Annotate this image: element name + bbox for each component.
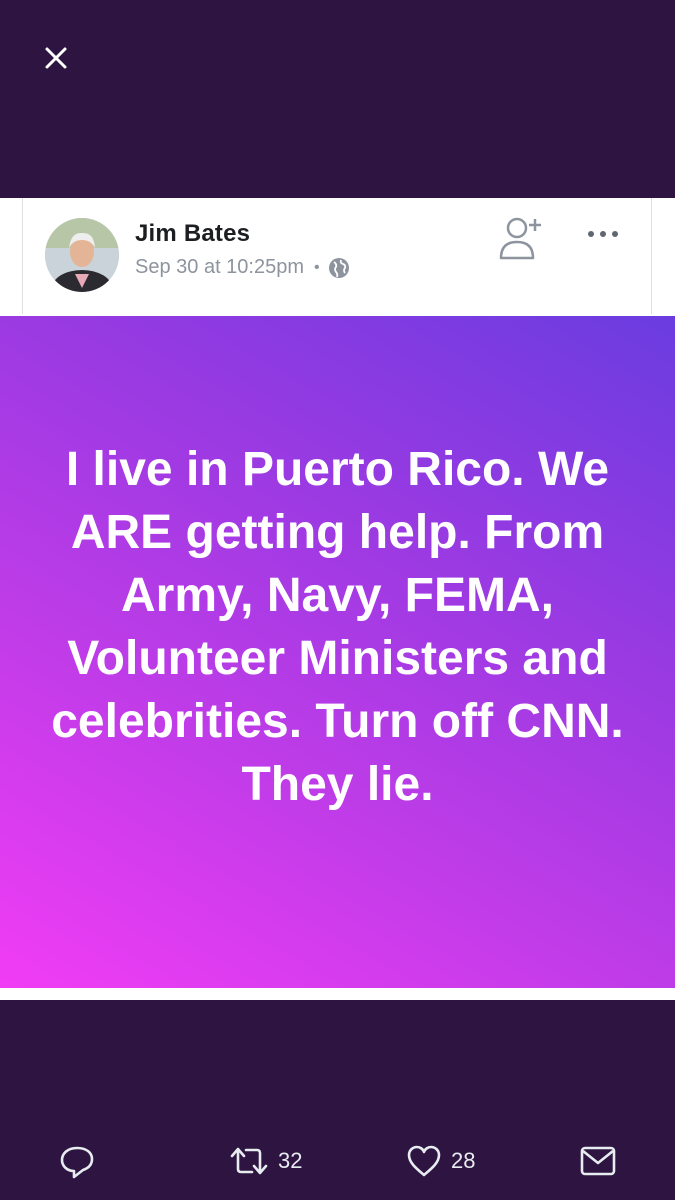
post-meta: Sep 30 at 10:25pm • [135,256,350,279]
post-header: Jim Bates Sep 30 at 10:25pm • [22,198,652,314]
post-timestamp[interactable]: Sep 30 at 10:25pm [135,256,304,279]
retweet-count: 32 [278,1148,303,1173]
like-button[interactable]: 28 [405,1142,475,1180]
mail-icon [580,1146,616,1176]
author-name[interactable]: Jim Bates [135,220,250,248]
reply-button[interactable] [58,1142,96,1180]
post-background: I live in Puerto Rico. We ARE getting he… [0,316,675,988]
reply-icon [60,1146,94,1179]
globe-icon [328,257,349,278]
tweet-action-bar: 32 28 [0,1120,675,1200]
media-viewer: Jim Bates Sep 30 at 10:25pm • I live in … [0,0,675,1200]
close-button[interactable] [36,38,76,78]
direct-message-button[interactable] [578,1142,618,1180]
post-image[interactable]: Jim Bates Sep 30 at 10:25pm • I live in … [0,198,675,1000]
like-count: 28 [451,1148,476,1173]
close-icon [45,47,67,69]
more-dots-icon [588,231,618,237]
avatar-image [45,218,119,292]
more-options-button[interactable] [583,222,623,246]
avatar[interactable] [45,218,119,292]
meta-separator: • [314,258,320,276]
add-friend-button[interactable] [497,214,545,262]
retweet-icon [230,1147,268,1175]
add-friend-icon [499,217,541,260]
retweet-button[interactable]: 32 [228,1142,302,1180]
heart-icon [407,1145,441,1177]
post-text: I live in Puerto Rico. We ARE getting he… [51,443,624,811]
